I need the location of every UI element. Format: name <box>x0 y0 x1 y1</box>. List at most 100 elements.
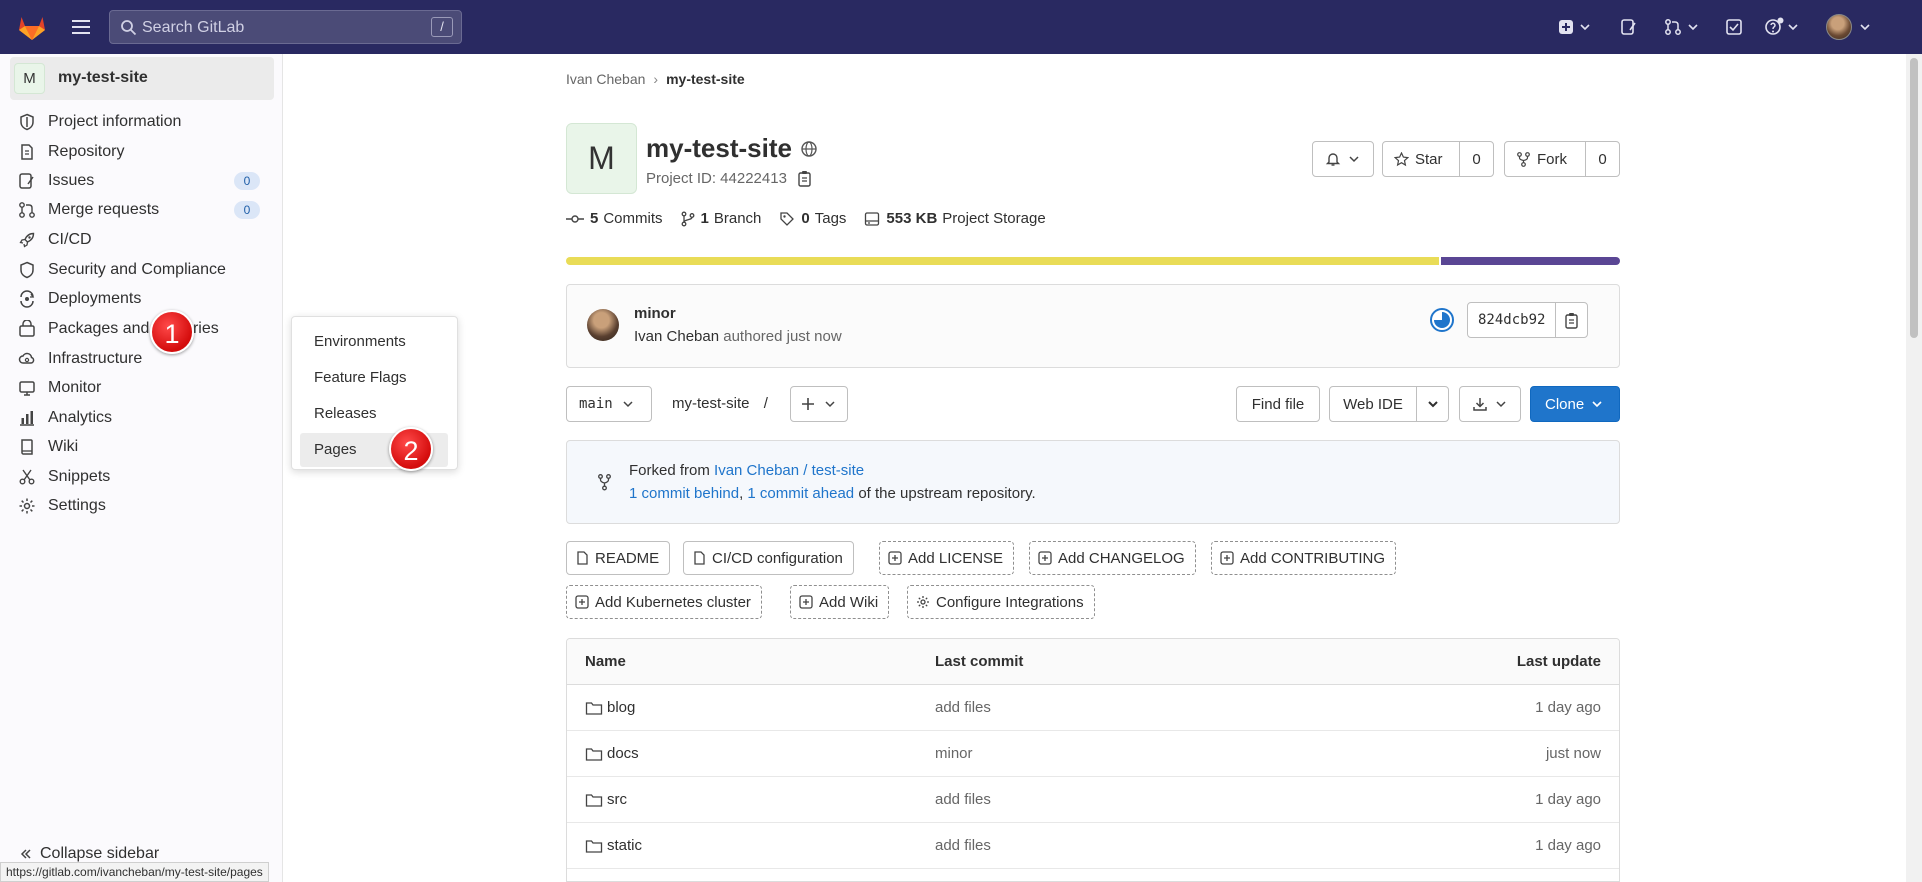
clone-dropdown[interactable]: Clone <box>1530 386 1620 422</box>
step-marker-2: 2 <box>389 427 433 471</box>
sidebar-project-header[interactable]: M my-test-site <box>10 57 274 100</box>
branch-stat[interactable]: 1 Branch <box>681 210 761 227</box>
sidebar-item-issues[interactable]: Issues <box>18 166 268 196</box>
gear-icon <box>18 497 36 515</box>
search-input[interactable]: Search GitLab / <box>109 10 462 44</box>
last-commit-message[interactable]: add files <box>935 823 991 869</box>
sidebar-item-ci-cd[interactable]: CI/CD <box>18 225 268 255</box>
readme-button[interactable]: README <box>566 541 671 575</box>
last-commit-message[interactable]: add files <box>935 777 991 823</box>
todos-icon[interactable] <box>1725 12 1743 42</box>
sidebar-item-analytics[interactable]: Analytics <box>18 403 268 433</box>
star-button[interactable]: Star <box>1383 142 1459 176</box>
copy-sha-button[interactable] <box>1555 303 1587 337</box>
add-contributing-button[interactable]: Add CONTRIBUTING <box>1211 541 1397 575</box>
sidebar-item-snippets[interactable]: Snippets <box>18 462 268 492</box>
forked-from-link[interactable]: Ivan Cheban / test-site <box>714 462 864 479</box>
flyout-item-feature-flags[interactable]: Feature Flags <box>300 361 448 395</box>
pipeline-status-icon[interactable] <box>1429 307 1455 333</box>
file-name[interactable]: docs <box>607 731 639 777</box>
star-button-group: Star 0 <box>1382 141 1494 177</box>
branch-name: main <box>579 396 613 412</box>
sidebar-item-label: Infrastructure <box>48 350 143 367</box>
sidebar-item-label: Analytics <box>48 409 113 426</box>
breadcrumb-parent[interactable]: Ivan Cheban <box>566 71 645 87</box>
tag-icon <box>779 211 795 227</box>
sidebar-item-packages-and-registries[interactable]: Packages and registries <box>18 314 268 344</box>
add-to-tree-dropdown[interactable] <box>790 386 848 422</box>
storage-segment-repository <box>566 257 1440 265</box>
sidebar-item-settings[interactable]: Settings <box>18 491 268 521</box>
notification-dropdown[interactable] <box>1312 141 1374 177</box>
copy-icon[interactable] <box>797 170 812 187</box>
star-count[interactable]: 0 <box>1459 142 1493 176</box>
sidebar-item-infrastructure[interactable]: Infrastructure <box>18 344 268 374</box>
help-dropdown[interactable] <box>1764 12 1798 42</box>
web-ide-dropdown-toggle[interactable] <box>1416 387 1448 421</box>
scrollbar-thumb[interactable] <box>1910 58 1918 338</box>
sidebar-item-deployments[interactable]: Deployments <box>18 284 268 314</box>
last-commit-message[interactable]: add files <box>935 685 991 731</box>
table-row[interactable]: docs minor just now <box>567 731 1619 777</box>
collapse-sidebar-button[interactable]: Collapse sidebar <box>20 845 159 863</box>
sidebar-item-repository[interactable]: Repository <box>18 137 268 167</box>
plus-square-icon <box>1558 19 1574 35</box>
commit-sha[interactable]: 824dcb92 <box>1468 303 1555 337</box>
sidebar-item-label: Merge requests <box>48 201 160 218</box>
sidebar-item-wiki[interactable]: Wiki <box>18 432 268 462</box>
commits-stat[interactable]: 5 Commits <box>566 210 663 227</box>
hamburger-menu-icon[interactable] <box>70 16 92 38</box>
configure-integrations-button[interactable]: Configure Integrations <box>907 585 1095 619</box>
merge-requests-dropdown[interactable] <box>1664 12 1698 42</box>
storage-stat[interactable]: 553 KB Project Storage <box>864 210 1046 227</box>
breadcrumb-current[interactable]: my-test-site <box>666 71 745 87</box>
file-name[interactable]: blog <box>607 685 635 731</box>
table-row[interactable]: static add files 1 day ago <box>567 823 1619 869</box>
configure-integrations-label: Configure Integrations <box>936 593 1084 611</box>
find-file-button[interactable]: Find file <box>1236 386 1320 422</box>
storage-segment-other <box>1441 257 1620 265</box>
page-scrollbar[interactable] <box>1906 54 1922 882</box>
file-name[interactable]: static <box>607 823 642 869</box>
chevron-down-icon <box>825 399 835 409</box>
branch-selector[interactable]: main <box>566 386 652 422</box>
gitlab-logo-icon[interactable] <box>16 11 48 43</box>
user-menu-dropdown[interactable] <box>1826 12 1870 42</box>
sidebar-item-security-and-compliance[interactable]: Security and Compliance <box>18 255 268 285</box>
tags-label: Tags <box>814 210 847 227</box>
add-changelog-button[interactable]: Add CHANGELOG <box>1029 541 1196 575</box>
commit-author-avatar[interactable] <box>587 309 619 341</box>
fork-button[interactable]: Fork <box>1505 142 1585 176</box>
chevron-down-icon <box>1592 399 1602 409</box>
add-wiki-label: Add Wiki <box>819 593 879 611</box>
file-name[interactable]: src <box>607 777 627 823</box>
commit-title[interactable]: minor <box>634 305 676 322</box>
table-row[interactable]: src add files 1 day ago <box>567 777 1619 823</box>
last-commit-message[interactable]: minor <box>935 731 973 777</box>
add-license-button[interactable]: Add LICENSE <box>879 541 1015 575</box>
table-row[interactable]: blog add files 1 day ago <box>567 685 1619 731</box>
create-new-dropdown[interactable] <box>1558 12 1590 42</box>
commits-behind-link[interactable]: 1 commit behind <box>629 485 739 502</box>
flyout-item-releases[interactable]: Releases <box>300 397 448 431</box>
fork-count[interactable]: 0 <box>1585 142 1619 176</box>
ci-cd-configuration-button[interactable]: CI/CD configuration <box>683 541 854 575</box>
sidebar-item-label: Settings <box>48 497 106 514</box>
repo-path-root[interactable]: my-test-site <box>672 395 750 412</box>
commit-action: authored just now <box>723 328 842 345</box>
flyout-item-environments[interactable]: Environments <box>300 325 448 359</box>
add-kubernetes-cluster-button[interactable]: Add Kubernetes cluster <box>566 585 762 619</box>
tags-stat[interactable]: 0 Tags <box>779 210 846 227</box>
sidebar-item-project-information[interactable]: Project information <box>18 107 268 137</box>
sidebar-item-monitor[interactable]: Monitor <box>18 373 268 403</box>
commit-author[interactable]: Ivan Cheban <box>634 328 719 345</box>
sidebar-item-merge-requests[interactable]: Merge requests <box>18 195 268 225</box>
commits-ahead-link[interactable]: 1 commit ahead <box>747 485 854 502</box>
web-ide-button[interactable]: Web IDE <box>1330 387 1416 421</box>
repo-path: my-test-site / <box>672 395 768 412</box>
column-header-last-update: Last update <box>1516 653 1601 670</box>
add-wiki-button[interactable]: Add Wiki <box>790 585 890 619</box>
download-dropdown[interactable] <box>1459 386 1521 422</box>
cloud-gear-icon <box>18 350 36 368</box>
issues-nav-icon[interactable] <box>1620 12 1638 42</box>
